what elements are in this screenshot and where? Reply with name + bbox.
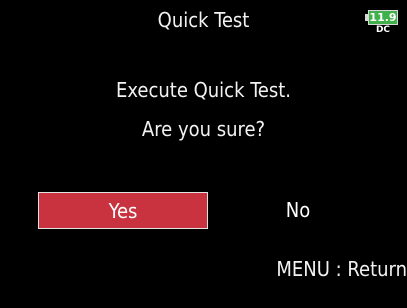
battery-indicator: 11.9 DC — [365, 10, 401, 36]
power-source-label: DC — [375, 25, 391, 35]
no-button[interactable]: No — [230, 192, 366, 229]
menu-return-hint: MENU : Return — [276, 257, 407, 281]
screen-title: Quick Test — [157, 8, 250, 32]
confirm-message: Execute Quick Test. — [116, 78, 291, 102]
device-screen: Quick Test 11.9 DC Execute Quick Test. A… — [0, 0, 407, 308]
battery-voltage: 11.9 — [369, 11, 397, 24]
confirm-question: Are you sure? — [141, 117, 266, 141]
yes-button[interactable]: Yes — [38, 192, 208, 229]
